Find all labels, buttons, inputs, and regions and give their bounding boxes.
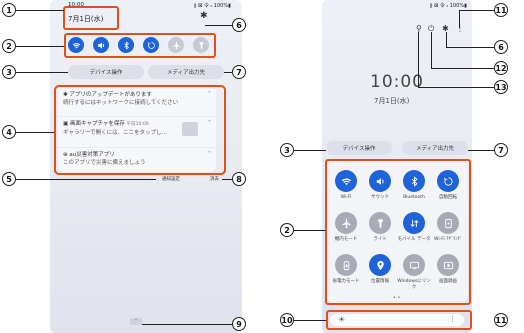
leader-7	[224, 72, 232, 73]
callout-5: 5	[2, 172, 16, 186]
leader-6-right-v	[446, 32, 447, 47]
leader-6	[205, 25, 232, 26]
leader-4	[16, 132, 54, 133]
highlight-quick-toggles	[64, 33, 216, 58]
leader-9	[142, 324, 232, 325]
device-control-button[interactable]: デバイス操作	[68, 65, 144, 79]
leader-5	[16, 179, 156, 180]
highlight-date	[63, 6, 119, 30]
gear-icon[interactable]: ✱	[200, 11, 208, 21]
callout-6: 6	[232, 18, 246, 32]
callout-11: 11	[494, 3, 508, 17]
leader-12	[431, 68, 494, 69]
leader-11	[459, 10, 494, 11]
leader-12-v	[431, 32, 432, 68]
callout-8: 8	[232, 172, 246, 186]
leader-1	[16, 10, 64, 11]
media-output-button[interactable]: メディア出力先	[402, 141, 468, 155]
callout-9: 9	[232, 317, 246, 331]
callout-10: 10	[280, 313, 294, 327]
callout-4: 4	[2, 125, 16, 139]
status-icons: ∦ ⊠ 令 ᵢₗ 100%▮	[194, 3, 231, 9]
leader-3-right	[294, 150, 326, 151]
callout-2: 2	[2, 39, 16, 53]
leader-11-v	[459, 10, 460, 28]
leader-2-right	[294, 230, 325, 231]
notification-settings-link[interactable]: 通知設定	[162, 176, 180, 182]
callout-1: 1	[2, 3, 16, 17]
callout-12: 12	[494, 61, 508, 75]
callout-2-right: 2	[280, 223, 294, 237]
date-label: 7月1日(水)	[374, 97, 410, 105]
status-icons: ∦ ⊠ 令 ᵢₗ 100%▮	[430, 3, 467, 9]
leader-6-right	[446, 47, 494, 48]
media-output-button[interactable]: メディア出力先	[148, 65, 224, 79]
callout-3: 3	[2, 65, 16, 79]
callout-7: 7	[232, 65, 246, 79]
callout-7-right: 7	[494, 143, 508, 157]
callout-6-right: 6	[494, 40, 508, 54]
leader-3	[16, 72, 68, 73]
clear-link[interactable]: 消去	[210, 176, 219, 182]
highlight-quick-panel	[325, 159, 471, 305]
leader-8	[222, 179, 232, 180]
highlight-notifications	[54, 85, 226, 175]
clock: 10:00	[370, 72, 424, 92]
leader-10	[294, 320, 326, 321]
leader-7-right	[468, 150, 494, 151]
collapse-handle[interactable]: ⁼	[130, 318, 142, 325]
callout-3-right: 3	[280, 143, 294, 157]
more-icon[interactable]: ⋮	[456, 24, 464, 33]
device-control-button[interactable]: デバイス操作	[326, 141, 392, 155]
callout-11-bottom: 11	[494, 313, 508, 327]
highlight-brightness	[326, 310, 472, 330]
leader-13-v	[418, 32, 419, 87]
leader-2	[16, 46, 64, 47]
callout-13: 13	[494, 80, 508, 94]
leader-13	[418, 87, 494, 88]
